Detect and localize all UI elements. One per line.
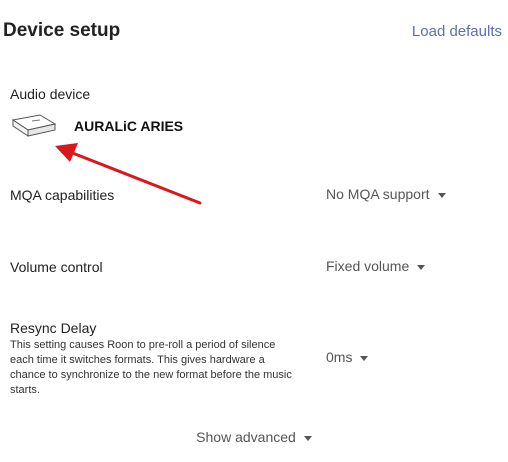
volume-control-label: Volume control xyxy=(10,259,103,275)
show-advanced-label: Show advanced xyxy=(196,429,296,445)
resync-description: This setting causes Roon to pre-roll a p… xyxy=(10,339,292,396)
mqa-label: MQA capabilities xyxy=(10,187,115,203)
caret-down-icon xyxy=(360,355,369,361)
mqa-value: No MQA support xyxy=(326,186,430,202)
page-title: Device setup xyxy=(3,20,121,41)
volume-value: Fixed volume xyxy=(326,258,410,274)
volume-dropdown[interactable]: Fixed volume xyxy=(326,258,426,274)
load-defaults-link[interactable]: Load defaults xyxy=(412,23,502,40)
device-name: AURALiC ARIES xyxy=(74,118,184,134)
caret-down-icon xyxy=(417,264,426,270)
mqa-dropdown[interactable]: No MQA support xyxy=(326,186,446,202)
resync-delay-label: Resync Delay xyxy=(10,320,97,336)
caret-down-icon xyxy=(437,192,446,198)
device-box-icon xyxy=(11,114,57,137)
show-advanced-button[interactable]: Show advanced xyxy=(0,429,508,445)
resync-value: 0ms xyxy=(326,349,353,365)
caret-down-icon xyxy=(303,435,312,441)
audio-device-label: Audio device xyxy=(10,86,91,102)
resync-dropdown[interactable]: 0ms xyxy=(326,349,369,365)
